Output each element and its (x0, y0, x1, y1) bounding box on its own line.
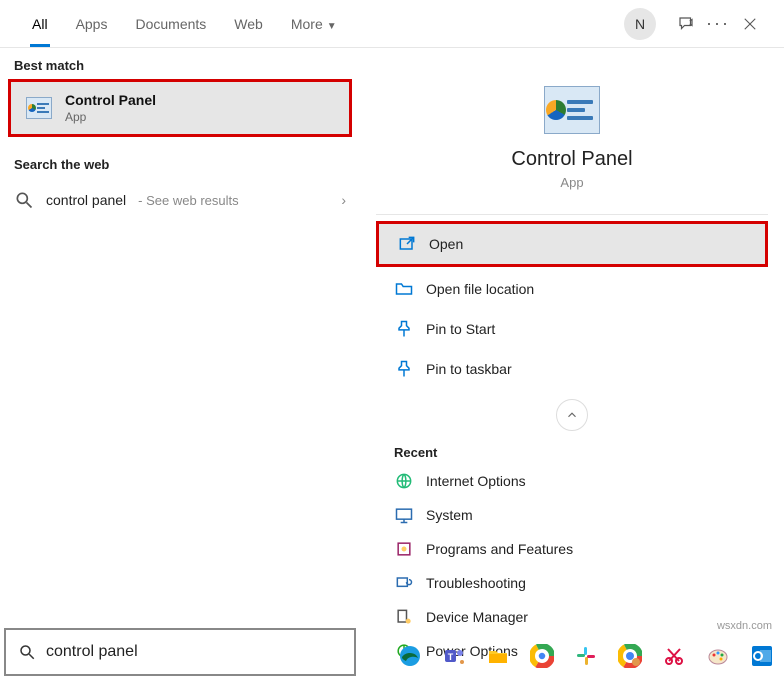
globe-icon (394, 471, 414, 491)
details-title: Control Panel (388, 148, 756, 171)
action-pin-to-start[interactable]: Pin to Start (376, 309, 768, 349)
best-match-text: Control Panel App (65, 92, 156, 124)
open-icon (397, 234, 417, 254)
recent-label: Internet Options (426, 473, 526, 489)
tab-more-label: More (291, 16, 323, 32)
recent-programs-features[interactable]: Programs and Features (360, 532, 784, 566)
search-bar[interactable] (4, 628, 356, 676)
tab-documents[interactable]: Documents (121, 2, 220, 46)
expand-toggle[interactable] (556, 399, 588, 431)
monitor-icon (394, 505, 414, 525)
search-web-header: Search the web (0, 147, 360, 178)
pin-start-icon (394, 319, 414, 339)
recent-label: Troubleshooting (426, 575, 526, 591)
recent-internet-options[interactable]: Internet Options (360, 464, 784, 498)
user-avatar[interactable]: N (624, 8, 656, 40)
pin-taskbar-icon (394, 359, 414, 379)
best-match-subtitle: App (65, 110, 156, 124)
web-search-result[interactable]: control panel - See web results › (0, 178, 360, 222)
device-icon (394, 607, 414, 627)
recent-label: System (426, 507, 473, 523)
search-tabs: All Apps Documents Web More ▼ N ··· (0, 0, 784, 48)
web-query-hint: - See web results (138, 193, 238, 208)
taskbar-chrome-alt[interactable] (612, 638, 648, 674)
best-match-result[interactable]: Control Panel App (8, 79, 352, 137)
box-icon (394, 539, 414, 559)
recent-label: Programs and Features (426, 541, 573, 557)
taskbar-snip[interactable] (656, 638, 692, 674)
recent-troubleshooting[interactable]: Troubleshooting (360, 566, 784, 600)
taskbar-chrome[interactable] (524, 638, 560, 674)
action-open[interactable]: Open (376, 221, 768, 267)
folder-icon (394, 279, 414, 299)
web-query-text: control panel (46, 192, 126, 208)
search-icon (18, 643, 36, 661)
action-pin-to-taskbar-label: Pin to taskbar (426, 361, 512, 377)
tab-all[interactable]: All (18, 2, 62, 46)
divider (376, 214, 768, 215)
taskbar-explorer[interactable] (480, 638, 516, 674)
svg-text:T: T (448, 652, 454, 662)
search-icon (14, 190, 34, 210)
taskbar-edge[interactable] (392, 638, 428, 674)
action-open-label: Open (429, 236, 463, 252)
wrench-icon (394, 573, 414, 593)
chevron-right-icon: › (341, 192, 346, 208)
close-icon[interactable] (734, 8, 766, 40)
search-input[interactable] (46, 643, 342, 661)
taskbar-paint[interactable] (700, 638, 736, 674)
tab-more[interactable]: More ▼ (277, 2, 351, 46)
tab-apps[interactable]: Apps (62, 2, 122, 46)
control-panel-large-icon (544, 86, 600, 134)
taskbar-slack[interactable] (568, 638, 604, 674)
action-pin-to-start-label: Pin to Start (426, 321, 495, 337)
best-match-header: Best match (0, 48, 360, 79)
more-options-icon[interactable]: ··· (702, 8, 734, 40)
details-subtitle: App (388, 175, 756, 190)
results-panel: Best match Control Panel App Search the … (0, 48, 360, 624)
recent-header: Recent (360, 437, 784, 464)
watermark: wsxdn.com (717, 620, 772, 632)
details-panel: Control Panel App Open Open file locatio… (360, 48, 784, 624)
action-pin-to-taskbar[interactable]: Pin to taskbar (376, 349, 768, 389)
action-open-file-location[interactable]: Open file location (376, 269, 768, 309)
recent-system[interactable]: System (360, 498, 784, 532)
chevron-down-icon: ▼ (327, 21, 337, 32)
control-panel-icon (25, 94, 53, 122)
action-open-file-location-label: Open file location (426, 281, 534, 297)
tab-web[interactable]: Web (220, 2, 277, 46)
feedback-icon[interactable] (670, 8, 702, 40)
taskbar: T (392, 638, 780, 674)
taskbar-outlook[interactable] (744, 638, 780, 674)
recent-label: Device Manager (426, 609, 528, 625)
taskbar-teams[interactable]: T (436, 638, 472, 674)
best-match-title: Control Panel (65, 92, 156, 108)
